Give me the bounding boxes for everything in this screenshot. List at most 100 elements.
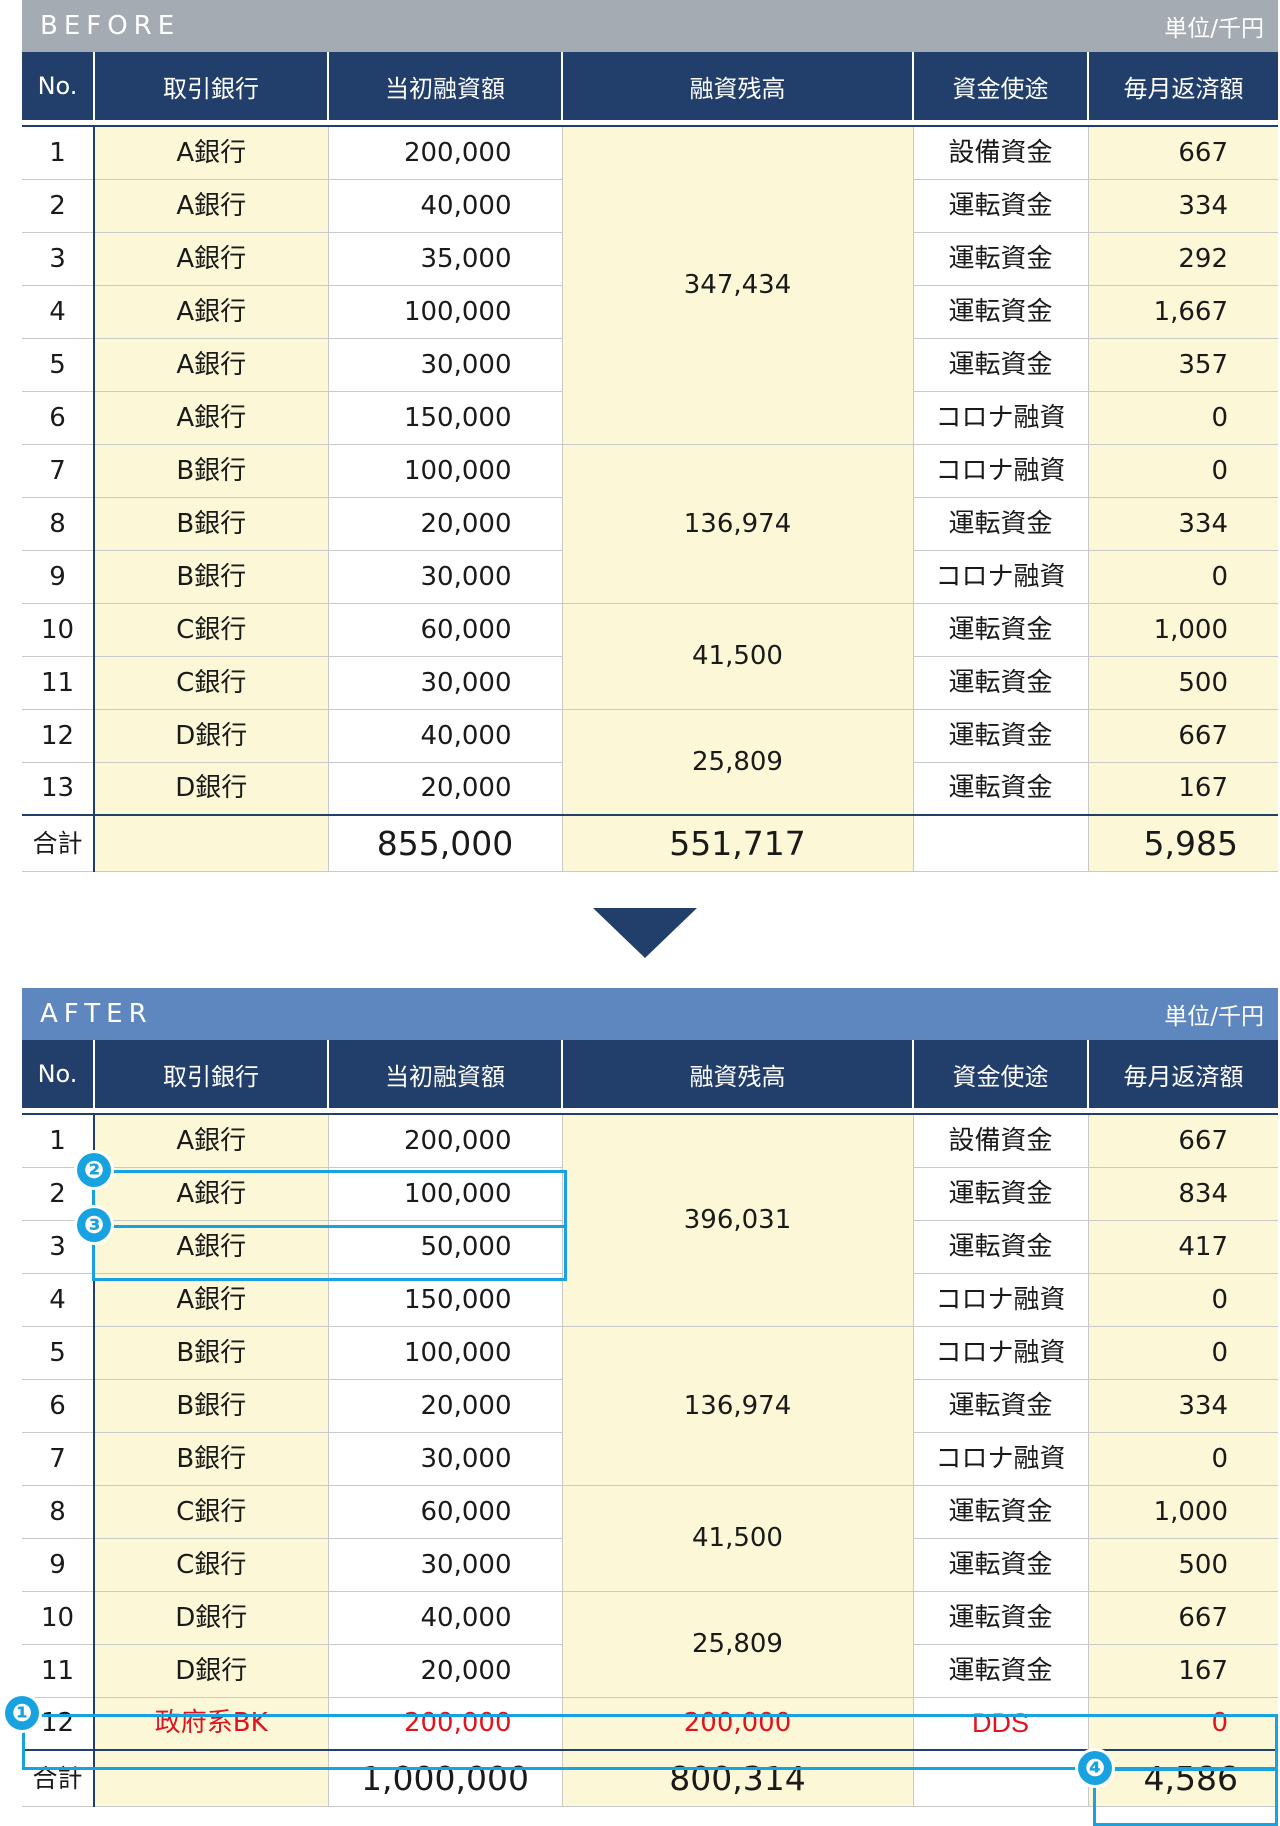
- row-bank: A銀行: [93, 125, 328, 180]
- row-bank: 政府系BK: [93, 1697, 328, 1751]
- row-initial-amount: 100,000: [327, 1326, 562, 1380]
- row-initial-amount: 30,000: [327, 550, 562, 604]
- header-monthly: 毎月返済額: [1087, 52, 1278, 120]
- total-label: 合計: [22, 1749, 95, 1807]
- row-monthly: 334: [1087, 179, 1278, 233]
- row-bank: C銀行: [93, 656, 328, 710]
- after-header-row: No. 取引銀行 当初融資額 融資残高 資金使途 毎月返済額: [22, 1040, 1278, 1108]
- row-bank: D銀行: [93, 762, 328, 816]
- row-use: 運転資金: [912, 1485, 1088, 1539]
- table-row: 1 A銀行 200,000 396,031 設備資金 667: [22, 1113, 1278, 1327]
- before-title-bar: BEFORE 単位/千円: [22, 0, 1278, 52]
- table-row: 8 C銀行 60,000 41,500 運転資金 1,000: [22, 1485, 1278, 1592]
- row-balance: 41,500: [561, 1485, 913, 1592]
- row-initial-amount: 40,000: [327, 1591, 562, 1645]
- row-initial-amount: 20,000: [327, 762, 562, 816]
- row-use: コロナ融資: [912, 550, 1088, 604]
- row-no: 11: [22, 656, 95, 710]
- row-no: 4: [22, 1273, 95, 1327]
- row-use: コロナ融資: [912, 1273, 1088, 1327]
- row-bank: D銀行: [93, 1644, 328, 1698]
- row-monthly: 667: [1087, 125, 1278, 180]
- table-row: 10 C銀行 60,000 41,500 運転資金 1,000: [22, 603, 1278, 710]
- row-bank: A銀行: [93, 391, 328, 445]
- header-initial-amount: 当初融資額: [327, 1040, 562, 1108]
- row-monthly: 500: [1087, 1538, 1278, 1592]
- table-row: 7 B銀行 100,000 136,974 コロナ融資 0: [22, 444, 1278, 604]
- after-title-bar: AFTER 単位/千円: [22, 988, 1278, 1040]
- row-initial-amount: 150,000: [327, 391, 562, 445]
- row-balance: 396,031: [561, 1113, 913, 1327]
- row-monthly: 417: [1087, 1220, 1278, 1274]
- down-arrow-icon: [593, 908, 697, 958]
- row-use: コロナ融資: [912, 1432, 1088, 1486]
- row-use: 運転資金: [912, 1379, 1088, 1433]
- row-monthly: 167: [1087, 762, 1278, 816]
- row-use: コロナ融資: [912, 1326, 1088, 1380]
- row-initial-amount: 150,000: [327, 1273, 562, 1327]
- row-use: 運転資金: [912, 232, 1088, 286]
- row-initial-amount: 200,000: [327, 1113, 562, 1168]
- row-balance: 200,000: [561, 1697, 913, 1751]
- row-use: 運転資金: [912, 179, 1088, 233]
- row-bank: A銀行: [93, 285, 328, 339]
- row-no: 5: [22, 338, 95, 392]
- row-bank: D銀行: [93, 1591, 328, 1645]
- row-no: 6: [22, 391, 95, 445]
- header-initial-amount: 当初融資額: [327, 52, 562, 120]
- badge-4: ❹: [1078, 1751, 1112, 1785]
- row-use: 運転資金: [912, 285, 1088, 339]
- row-bank: B銀行: [93, 550, 328, 604]
- row-use: 運転資金: [912, 762, 1088, 816]
- total-label: 合計: [22, 814, 95, 872]
- before-table: No. 取引銀行 当初融資額 融資残高 資金使途 毎月返済額 1 A銀行 200,0…: [22, 52, 1278, 872]
- after-section: AFTER 単位/千円 No. 取引銀行 当初融資額 融資残高 資金使途 毎月返…: [22, 988, 1278, 1807]
- header-use: 資金使途: [912, 1040, 1088, 1108]
- row-use: 運転資金: [912, 603, 1088, 657]
- row-bank: A銀行: [93, 232, 328, 286]
- row-bank: A銀行: [93, 1273, 328, 1327]
- row-use: 運転資金: [912, 1591, 1088, 1645]
- badge-2: ❷: [77, 1153, 111, 1187]
- row-monthly: 334: [1087, 1379, 1278, 1433]
- header-balance: 融資残高: [561, 1040, 913, 1108]
- row-monthly: 334: [1087, 497, 1278, 551]
- row-no: 12: [22, 709, 95, 763]
- row-bank: A銀行: [93, 179, 328, 233]
- row-monthly: 667: [1087, 1113, 1278, 1168]
- after-label: AFTER: [40, 999, 153, 1029]
- row-monthly: 167: [1087, 1644, 1278, 1698]
- row-initial-amount: 20,000: [327, 497, 562, 551]
- header-use: 資金使途: [912, 52, 1088, 120]
- total-use-empty: [912, 814, 1088, 872]
- row-use: コロナ融資: [912, 391, 1088, 445]
- row-initial-amount: 100,000: [327, 1167, 562, 1221]
- row-monthly: 834: [1087, 1167, 1278, 1221]
- row-bank: B銀行: [93, 1432, 328, 1486]
- row-use: コロナ融資: [912, 444, 1088, 498]
- row-no: 9: [22, 550, 95, 604]
- total-balance: 551,717: [561, 814, 913, 872]
- row-bank: C銀行: [93, 1485, 328, 1539]
- row-initial-amount: 100,000: [327, 285, 562, 339]
- badge-3: ❸: [77, 1208, 111, 1242]
- header-balance: 融資残高: [561, 52, 913, 120]
- header-bank: 取引銀行: [93, 1040, 328, 1108]
- after-unit: 単位/千円: [1164, 1004, 1264, 1030]
- row-bank: A銀行: [93, 1220, 328, 1274]
- row-use: 運転資金: [912, 1220, 1088, 1274]
- row-use: 運転資金: [912, 1538, 1088, 1592]
- row-monthly: 1,000: [1087, 603, 1278, 657]
- total-bank-empty: [93, 1749, 328, 1807]
- row-no: 3: [22, 232, 95, 286]
- table-row: 5 B銀行 100,000 136,974 コロナ融資 0: [22, 1326, 1278, 1486]
- table-row: 12 政府系BK 200,000 200,000 DDS 0: [22, 1697, 1278, 1751]
- row-no: 10: [22, 603, 95, 657]
- row-bank: B銀行: [93, 1379, 328, 1433]
- table-row: 1 A銀行 200,000 347,434 設備資金 667: [22, 125, 1278, 445]
- row-use: DDS: [912, 1697, 1088, 1751]
- row-use: 運転資金: [912, 1644, 1088, 1698]
- row-no: 10: [22, 1591, 95, 1645]
- header-monthly: 毎月返済額: [1087, 1040, 1278, 1108]
- row-initial-amount: 35,000: [327, 232, 562, 286]
